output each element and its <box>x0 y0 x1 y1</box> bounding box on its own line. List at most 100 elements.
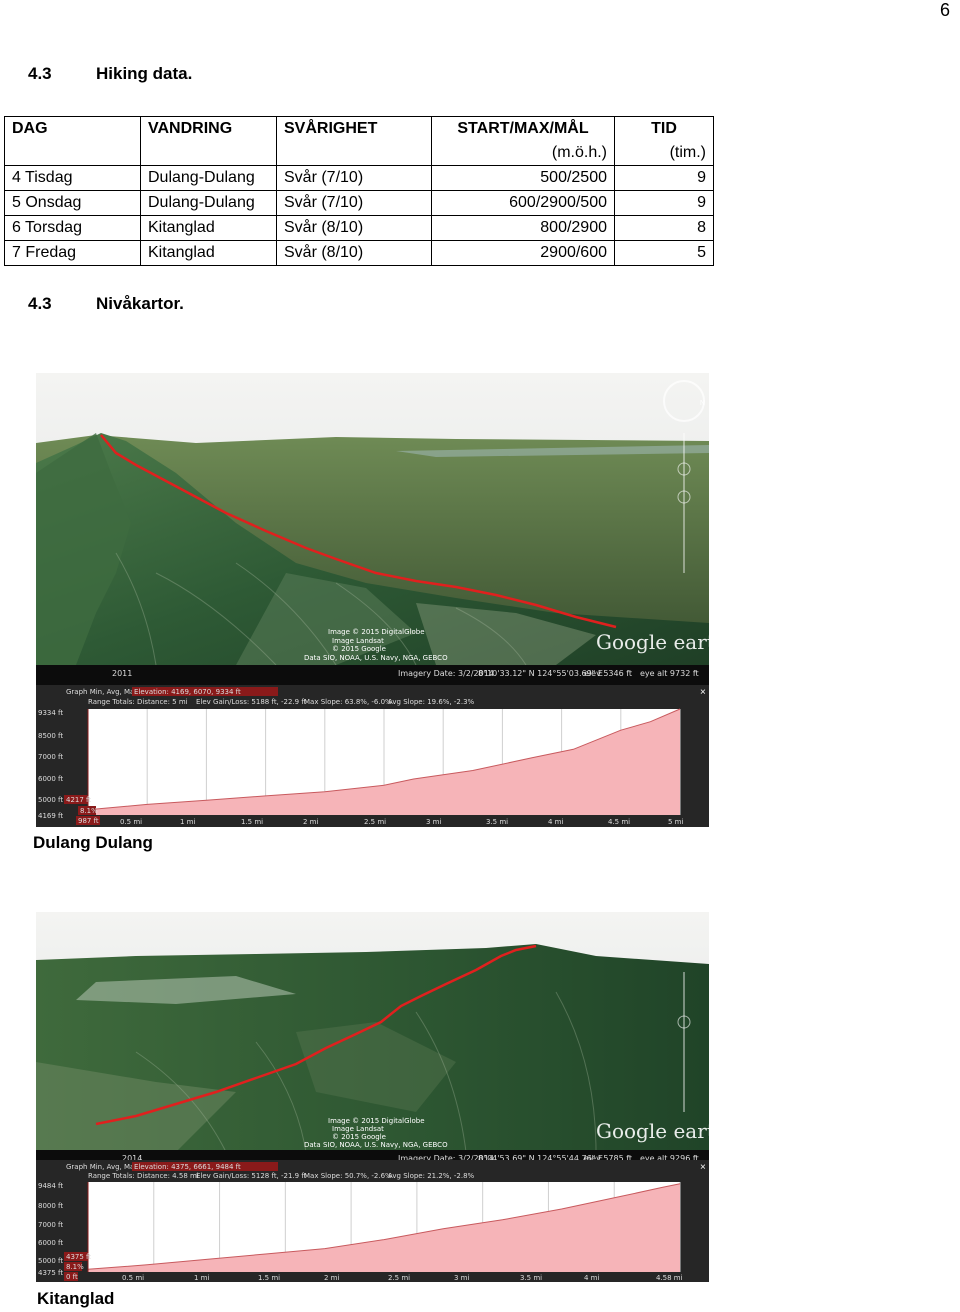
section-heading-hiking-data: 4.3 Hiking data. <box>28 64 192 84</box>
y-tick-label: 8000 ft <box>38 1202 63 1210</box>
graph-label: Graph Min, Avg, Max: <box>66 1163 141 1171</box>
y-tick-label: 8500 ft <box>38 732 63 740</box>
column-header: TID <box>614 116 714 141</box>
close-icon[interactable]: × <box>700 687 706 698</box>
elevation-profile-graph[interactable]: Graph Min, Avg, Max: Elevation: 4169, 60… <box>36 685 709 827</box>
x-tick-label: 2.5 mi <box>364 818 386 826</box>
marker-elevation: 4217 ft <box>66 796 91 804</box>
table-cell: Svår (8/10) <box>276 215 432 241</box>
graph-elevation-stat: Elevation: 4169, 6070, 9334 ft <box>134 688 241 696</box>
graph-label: Graph Min, Avg, Max: <box>66 688 141 696</box>
marker-distance: 987 ft <box>78 817 99 825</box>
table-cell: Svår (8/10) <box>276 240 432 266</box>
credit-line: © 2015 Google <box>332 1133 386 1141</box>
x-tick-label: 3 mi <box>454 1274 469 1282</box>
google-earth-logo: Google earth <box>596 630 709 654</box>
terrain-view: Image © 2015 DigitalGlobe Image Landsat … <box>36 912 709 1152</box>
table-row: 7 Fredag Kitanglad Svår (8/10) 2900/600 … <box>4 240 714 266</box>
table-row: 4 Tisdag Dulang-Dulang Svår (7/10) 500/2… <box>4 165 714 191</box>
column-subheader <box>276 141 432 166</box>
table-cell: Kitanglad <box>140 240 277 266</box>
table-subheader-row: (m.ö.h.) (tim.) <box>4 141 714 166</box>
table-cell: 9 <box>614 190 714 216</box>
column-subheader: (tim.) <box>614 141 714 166</box>
table-cell: 500/2500 <box>431 165 615 191</box>
table-cell: 7 Fredag <box>4 240 141 266</box>
table-cell: 600/2900/500 <box>431 190 615 216</box>
graph-max-slope-stat: Max Slope: 50.7%, -2.6% <box>304 1172 392 1180</box>
table-cell: Dulang-Dulang <box>140 190 277 216</box>
x-tick-label: 0.5 mi <box>122 1274 144 1282</box>
graph-avg-slope-stat: Avg Slope: 21.2%, -2.8% <box>388 1172 475 1180</box>
table-cell: 9 <box>614 165 714 191</box>
table-cell: Dulang-Dulang <box>140 165 277 191</box>
y-tick-label: 4169 ft <box>38 812 63 820</box>
graph-max-slope-stat: Max Slope: 63.8%, -6.0% <box>304 698 392 706</box>
y-tick-label: 4375 ft <box>38 1269 63 1277</box>
section-number: 4.3 <box>28 294 52 313</box>
elevation-profile-graph[interactable]: Graph Min, Avg, Max: Elevation: 4375, 66… <box>36 1160 709 1282</box>
google-earth-logo: Google earth <box>596 1119 709 1143</box>
x-tick-label: 2 mi <box>324 1274 339 1282</box>
x-tick-label: 0.5 mi <box>120 818 142 826</box>
graph-distance-stat: Range Totals: Distance: 4.58 mi <box>88 1172 199 1180</box>
marker-distance: 0 ft <box>66 1273 78 1281</box>
table-row: 6 Torsdag Kitanglad Svår (8/10) 800/2900… <box>4 215 714 241</box>
y-tick-label: 5000 ft <box>38 1257 63 1265</box>
svg-text:N: N <box>700 400 705 407</box>
y-tick-label: 6000 ft <box>38 1239 63 1247</box>
y-tick-label: 9484 ft <box>38 1182 63 1190</box>
section-heading-level-maps: 4.3 Nivåkartor. <box>28 294 184 314</box>
column-subheader <box>4 141 141 166</box>
eye-altitude: eye alt 9732 ft <box>640 669 699 678</box>
x-tick-label: 5 mi <box>668 818 683 826</box>
x-tick-label: 4 mi <box>548 818 563 826</box>
map-caption: Kitanglad <box>37 1289 115 1308</box>
table-cell: Svår (7/10) <box>276 165 432 191</box>
column-subheader <box>140 141 277 166</box>
credit-line: Image © 2015 DigitalGlobe <box>328 1117 425 1125</box>
marker-slope: 8.1% <box>66 1263 84 1271</box>
table-cell: 5 Onsdag <box>4 190 141 216</box>
credit-line: Image Landsat <box>332 1125 384 1133</box>
x-tick-label: 3.5 mi <box>520 1274 542 1282</box>
table-cell: 8 <box>614 215 714 241</box>
table-cell: 5 <box>614 240 714 266</box>
table-cell: 6 Torsdag <box>4 215 141 241</box>
x-tick-label: 1.5 mi <box>241 818 263 826</box>
credit-line: Image Landsat <box>332 637 384 645</box>
y-tick-label: 7000 ft <box>38 1221 63 1229</box>
graph-avg-slope-stat: Avg Slope: 19.6%, -2.3% <box>388 698 475 706</box>
table-cell: Kitanglad <box>140 215 277 241</box>
graph-distance-stat: Range Totals: Distance: 5 mi <box>88 698 188 706</box>
x-tick-label: 1 mi <box>194 1274 209 1282</box>
x-tick-label: 3.5 mi <box>486 818 508 826</box>
column-header: START/MAX/MÅL <box>431 116 615 141</box>
elevation-readout: elev 5346 ft <box>584 669 633 678</box>
table-row: 5 Onsdag Dulang-Dulang Svår (7/10) 600/2… <box>4 190 714 216</box>
credit-line: Image © 2015 DigitalGlobe <box>328 628 425 636</box>
column-header: DAG <box>4 116 141 141</box>
y-tick-label: 9334 ft <box>38 709 63 717</box>
graph-elev-gain-stat: Elev Gain/Loss: 5188 ft, -22.9 ft <box>196 698 307 706</box>
column-header: SVÅRIGHET <box>276 116 432 141</box>
credit-line: Data SIO, NOAA, U.S. Navy, NGA, GEBCO <box>304 654 448 662</box>
y-tick-label: 6000 ft <box>38 775 63 783</box>
x-tick-label: 1.5 mi <box>258 1274 280 1282</box>
terrain-view: N Image © 2015 DigitalGlobe Image Landsa… <box>36 373 709 665</box>
year-badge[interactable]: 2011 <box>112 669 132 678</box>
page-number: 6 <box>940 0 951 20</box>
close-icon[interactable]: × <box>700 1162 706 1173</box>
column-subheader: (m.ö.h.) <box>431 141 615 166</box>
x-tick-label: 4 mi <box>584 1274 599 1282</box>
table-cell: 2900/600 <box>431 240 615 266</box>
hiking-data-table: DAG VANDRING SVÅRIGHET START/MAX/MÅL TID… <box>4 116 714 266</box>
table-header-row: DAG VANDRING SVÅRIGHET START/MAX/MÅL TID <box>4 116 714 141</box>
status-bar: 2011 Imagery Date: 3/2/2014 8°10'33.12" … <box>36 665 709 685</box>
elevation-map-dulang: N Image © 2015 DigitalGlobe Image Landsa… <box>36 373 709 827</box>
elevation-map-kitanglad: Image © 2015 DigitalGlobe Image Landsat … <box>36 912 709 1282</box>
section-title: Nivåkartor. <box>96 294 184 313</box>
x-tick-label: 4.58 mi <box>656 1274 683 1282</box>
y-tick-label: 5000 ft <box>38 796 63 804</box>
marker-slope: 8.1% <box>80 807 98 815</box>
